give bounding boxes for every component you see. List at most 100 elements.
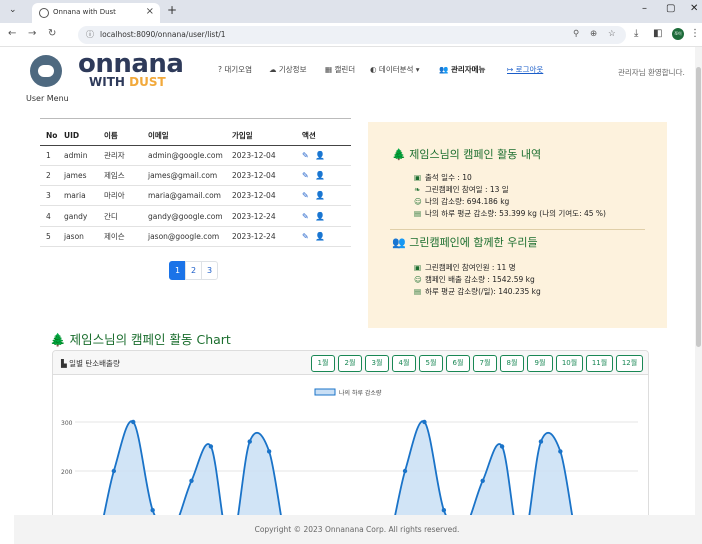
nav-air-pollution[interactable]: ? 대기오염: [218, 64, 252, 75]
smile-icon: ☺: [414, 275, 422, 284]
cell-email: maria@gamail.com: [142, 185, 226, 207]
page-link-3[interactable]: 3: [201, 261, 218, 280]
calendar-check-icon: ▤: [414, 287, 422, 296]
month-button-7[interactable]: 7월: [473, 355, 497, 372]
browser-tab[interactable]: Onnana with Dust ×: [32, 3, 160, 23]
url-field[interactable]: ⓘ localhost:8090/onnana/user/list/1 ⚲ ⊕ …: [78, 26, 626, 44]
month-button-2[interactable]: 2월: [338, 355, 362, 372]
nav-logout[interactable]: ↦ 로그아웃: [507, 64, 543, 75]
y-tick-label: 200: [61, 469, 73, 476]
data-point[interactable]: [266, 449, 272, 454]
new-tab-icon[interactable]: +: [167, 3, 177, 17]
cell-email: admin@google.com: [142, 145, 226, 166]
maximize-icon[interactable]: ▢: [666, 3, 675, 14]
zoom-icon[interactable]: ⊕: [590, 29, 597, 39]
user-menu-label[interactable]: User Menu: [26, 94, 69, 103]
month-button-8[interactable]: 8월: [500, 355, 524, 372]
data-point[interactable]: [558, 449, 563, 454]
data-point[interactable]: [247, 439, 252, 444]
id-card-icon: ▣: [414, 173, 422, 182]
attendance-days: 출석 일수 : 10: [425, 173, 472, 182]
month-button-11[interactable]: 11월: [586, 355, 613, 372]
edit-user-icon[interactable]: ✎ 👤: [296, 165, 351, 187]
side-panel-icon[interactable]: ◧: [653, 28, 662, 39]
table-row: 4 gandy 간디 gandy@google.com 2023-12-24 ✎…: [40, 205, 351, 227]
back-icon[interactable]: ←: [8, 28, 16, 39]
brand-with: WITH: [89, 75, 125, 89]
month-button-4[interactable]: 4월: [392, 355, 416, 372]
summary-title: 🌲 제임스님의 캠페인 활동 내역: [392, 146, 541, 162]
chart-card-title-text: 일별 탄소배출량: [69, 359, 120, 368]
summary-line: ▣ 출석 일수 : 10: [414, 172, 472, 183]
cell-no: 4: [40, 205, 58, 227]
page-scrollbar[interactable]: [695, 47, 702, 544]
data-point[interactable]: [208, 444, 214, 449]
cell-uid: maria: [58, 185, 98, 207]
month-button-6[interactable]: 6월: [446, 355, 470, 372]
chart-heading-text: 제임스님의 캠페인 활동 Chart: [69, 332, 231, 347]
table-row: 1 admin 관리자 admin@google.com 2023-12-04 …: [40, 145, 351, 166]
chart-card-header: ▙ 일별 탄소배출량 1월 2월 3월 4월 5월 6월 7월 8월 9월 10…: [53, 351, 648, 375]
nav-data-analysis[interactable]: ◐ 데이터분석 ▾: [370, 64, 420, 75]
data-point[interactable]: [422, 419, 427, 425]
cell-uid: gandy: [58, 205, 98, 227]
page-link-2[interactable]: 2: [185, 261, 202, 280]
table-row: 3 maria 마리아 maria@gamail.com 2023-12-04 …: [40, 185, 351, 207]
data-point[interactable]: [131, 419, 136, 425]
data-point[interactable]: [538, 439, 544, 444]
month-button-5[interactable]: 5월: [419, 355, 443, 372]
minimize-icon[interactable]: –: [642, 3, 647, 14]
cell-email: gandy@google.com: [142, 205, 226, 227]
group-daily-average: 하루 평균 감소량(/일): 140.235 kg: [425, 287, 541, 296]
more-menu-icon[interactable]: ⋮: [690, 28, 700, 39]
summary-line: ▤ 하루 평균 감소량(/일): 140.235 kg: [414, 286, 541, 297]
smile-icon: ☺: [414, 197, 422, 206]
data-point[interactable]: [499, 444, 505, 449]
data-point[interactable]: [441, 508, 447, 513]
my-daily-average: 나의 하루 평균 감소량: 53.399 kg (나의 기여도: 45 %): [425, 209, 606, 218]
data-point[interactable]: [111, 468, 117, 474]
legend-label[interactable]: 나의 하루 감소량: [339, 389, 382, 397]
cell-joined: 2023-12-24: [226, 205, 296, 227]
page-link-1[interactable]: 1: [169, 261, 186, 280]
nav-admin-menu[interactable]: 👥 관리자메뉴: [439, 64, 485, 75]
month-button-12[interactable]: 12월: [616, 355, 643, 372]
edit-user-icon[interactable]: ✎ 👤: [296, 185, 351, 207]
user-menu-avatar[interactable]: [30, 55, 62, 87]
nav-weather[interactable]: ☁ 기상정보: [269, 64, 306, 75]
tab-search-icon[interactable]: ⌄: [9, 5, 17, 15]
edit-user-icon[interactable]: ✎ 👤: [296, 205, 351, 227]
cell-uid: jason: [58, 226, 98, 247]
profile-avatar[interactable]: 쪼이: [672, 28, 684, 40]
reload-icon[interactable]: ↻: [48, 28, 56, 39]
globe-icon: [39, 8, 49, 18]
summary-line: ▣ 그린캠페인 참여인원 : 11 명: [414, 262, 516, 273]
month-button-1[interactable]: 1월: [311, 355, 335, 372]
data-point[interactable]: [150, 508, 155, 513]
month-button-3[interactable]: 3월: [365, 355, 389, 372]
scrollbar-thumb[interactable]: [696, 67, 701, 347]
data-point[interactable]: [189, 478, 194, 483]
cell-email: jason@google.com: [142, 226, 226, 247]
group-title-text: 그린캠페인에 함께한 우리들: [409, 236, 538, 249]
close-window-icon[interactable]: ✕: [690, 3, 698, 14]
edit-user-icon[interactable]: ✎ 👤: [296, 226, 351, 247]
forward-icon[interactable]: →: [28, 28, 36, 39]
column-header-uid: UID: [58, 127, 98, 146]
month-button-10[interactable]: 10월: [556, 355, 583, 372]
site-info-icon[interactable]: ⓘ: [86, 29, 94, 40]
data-point[interactable]: [480, 478, 485, 483]
edit-user-icon[interactable]: ✎ 👤: [296, 145, 351, 166]
download-icon[interactable]: ⤓: [634, 28, 638, 39]
cell-uid: james: [58, 165, 98, 187]
summary-line: ☺ 나의 감소량: 694.186 kg: [414, 196, 509, 207]
data-point[interactable]: [402, 468, 408, 474]
bookmark-star-icon[interactable]: ☆: [608, 29, 616, 39]
participants-count: 그린캠페인 참여인원 : 11 명: [425, 263, 516, 272]
nav-calendar[interactable]: ▦ 캘린더: [325, 64, 355, 75]
cell-name: 마리아: [98, 185, 142, 207]
location-icon[interactable]: ⚲: [573, 29, 579, 39]
legend-swatch[interactable]: [314, 388, 336, 396]
month-button-9[interactable]: 9월: [527, 355, 553, 372]
close-tab-icon[interactable]: ×: [146, 6, 154, 17]
